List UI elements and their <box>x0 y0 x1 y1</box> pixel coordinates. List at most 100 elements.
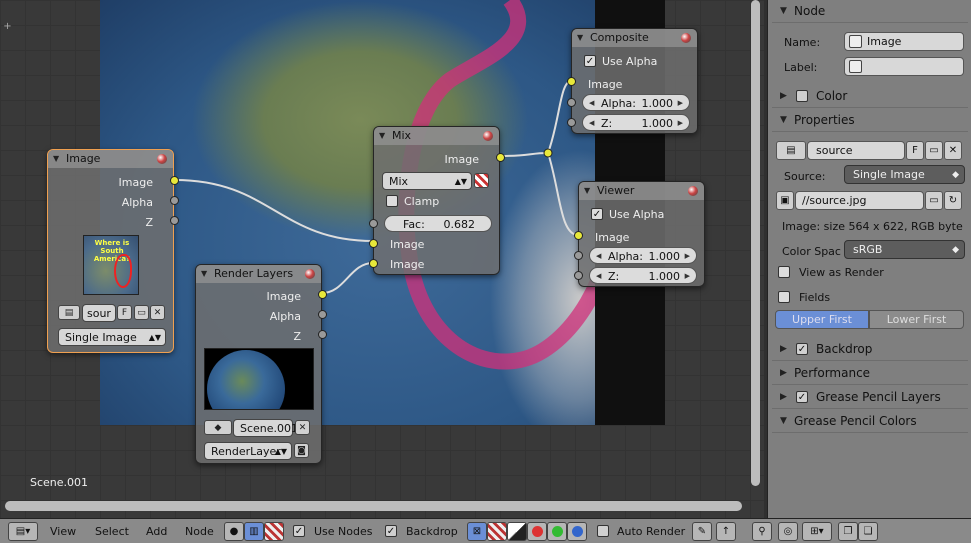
clamp-checkbox[interactable] <box>386 195 398 207</box>
snap-element-icon[interactable]: ◎ <box>778 522 798 541</box>
preview-toggle-icon[interactable] <box>681 33 691 43</box>
fake-user-button[interactable]: F <box>906 141 924 160</box>
image-browse-icon[interactable]: ▤ <box>58 305 80 320</box>
copy-nodes-icon[interactable]: ❐ <box>838 522 858 541</box>
mix-node[interactable]: Mix Image Mix▲▼ Clamp Fac: 0.682 Image I… <box>369 126 505 275</box>
open-folder-icon[interactable]: ▭ <box>925 141 943 160</box>
gp-layers-panel-header[interactable]: ▶ ✓ Grease Pencil Layers <box>772 386 968 409</box>
menu-select[interactable]: Select <box>95 522 129 541</box>
node-label-field[interactable] <box>844 57 964 76</box>
snap-icon[interactable]: ⚲ <box>752 522 772 541</box>
output-z-socket[interactable] <box>318 330 327 339</box>
input-image1-socket[interactable] <box>369 239 378 248</box>
texture-nodes-icon[interactable] <box>264 522 284 541</box>
input-fac-socket[interactable] <box>369 219 378 228</box>
image-node[interactable]: Image Image Alpha Z Where is South Ameri… <box>47 149 179 353</box>
image-browse-icon[interactable]: ▤ <box>776 141 806 160</box>
preview-toggle-icon[interactable] <box>157 154 167 164</box>
unlink-icon[interactable]: ✕ <box>150 305 165 320</box>
output-image-socket[interactable] <box>170 176 179 185</box>
browse-file-icon[interactable]: ▭ <box>925 191 943 210</box>
lower-first-toggle[interactable]: Lower First <box>869 310 964 329</box>
use-alpha-icon[interactable] <box>474 173 489 188</box>
image-datablock-field[interactable]: source <box>807 141 905 160</box>
shader-nodes-icon[interactable]: ● <box>224 522 244 541</box>
backdrop-checkbox[interactable]: ✓ <box>796 343 808 355</box>
vertical-scrollbar[interactable] <box>751 0 760 486</box>
z-field[interactable]: ◀ Z: 1.000 ▶ <box>582 114 690 131</box>
input-image2-socket[interactable] <box>369 259 378 268</box>
node-panel-header[interactable]: ▼ Node <box>772 0 968 23</box>
use-alpha-checkbox[interactable]: ✓ <box>591 208 603 220</box>
composite-node[interactable]: Composite ✓ Use Alpha Image ◀Alpha: 1.00… <box>567 28 698 134</box>
blue-channel-icon[interactable] <box>567 522 587 541</box>
scene-unlink-icon[interactable]: ✕ <box>295 420 310 435</box>
editor-type-icon[interactable]: ▤▾ <box>8 522 38 541</box>
open-folder-icon[interactable]: ▭ <box>134 305 149 320</box>
alpha-field[interactable]: ◀ Alpha: 1.000 ▶ <box>589 247 697 264</box>
node-name-field[interactable]: Image <box>844 32 964 51</box>
preview-toggle-icon[interactable] <box>688 186 698 196</box>
output-alpha-socket[interactable] <box>170 196 179 205</box>
menu-node[interactable]: Node <box>185 522 214 541</box>
color-checkbox[interactable] <box>796 90 808 102</box>
preview-toggle-icon[interactable] <box>483 131 493 141</box>
render-camera-icon[interactable]: ◙ <box>294 443 309 458</box>
color-alpha-icon[interactable]: ⊠ <box>467 522 487 541</box>
backdrop-panel-header[interactable]: ▶ ✓ Backdrop <box>772 338 968 361</box>
paste-nodes-icon[interactable]: ❏ <box>858 522 878 541</box>
input-image-socket[interactable] <box>574 231 583 240</box>
fields-checkbox[interactable] <box>778 291 790 303</box>
alpha-only-icon[interactable] <box>507 522 527 541</box>
menu-add[interactable]: Add <box>146 522 167 541</box>
view-as-render-checkbox[interactable] <box>778 266 790 278</box>
render-layers-node[interactable]: Render Layers Image Alpha Z ◆ Scene.001 … <box>195 264 327 464</box>
z-field[interactable]: ◀ Z: 1.000 ▶ <box>589 267 697 284</box>
compositing-nodes-icon[interactable]: ▥ <box>244 522 264 541</box>
add-area-icon[interactable]: + <box>3 22 12 32</box>
viewer-node[interactable]: Viewer ✓ Use Alpha Image ◀Alpha: 1.000▶ … <box>574 181 705 287</box>
use-nodes-checkbox[interactable]: ✓ <box>293 525 305 537</box>
snap-target-icon[interactable]: ⊞▾ <box>802 522 832 541</box>
reload-icon[interactable]: ↻ <box>944 191 962 210</box>
input-image-socket[interactable] <box>567 77 576 86</box>
source-dropdown[interactable]: Single Image ◆ <box>844 165 965 184</box>
backdrop-checkbox[interactable]: ✓ <box>385 525 397 537</box>
red-channel-icon[interactable] <box>527 522 547 541</box>
render-layer-dropdown[interactable]: RenderLayer ▲▼ <box>204 442 292 460</box>
gp-colors-panel-header[interactable]: ▼ Grease Pencil Colors <box>772 410 968 433</box>
preview-toggle-icon[interactable] <box>305 269 315 279</box>
color-space-dropdown[interactable]: sRGB ◆ <box>844 240 965 259</box>
gp-layers-checkbox[interactable]: ✓ <box>796 391 808 403</box>
input-z-socket[interactable] <box>574 271 583 280</box>
output-image-socket[interactable] <box>318 290 327 299</box>
green-channel-icon[interactable] <box>547 522 567 541</box>
fake-user-button[interactable]: F <box>117 305 132 320</box>
parent-node-tree-icon[interactable]: ↑ <box>716 522 736 541</box>
input-alpha-socket[interactable] <box>574 251 583 260</box>
use-alpha-checkbox[interactable]: ✓ <box>584 55 596 67</box>
alpha-field[interactable]: ◀ Alpha: 1.000 ▶ <box>582 94 690 111</box>
pin-icon[interactable]: ✎ <box>692 522 712 541</box>
fac-slider[interactable]: Fac: 0.682 <box>384 215 492 232</box>
upper-first-toggle[interactable]: Upper First <box>775 310 869 329</box>
color-panel-header[interactable]: ▶ Color <box>772 85 968 108</box>
node-editor-canvas[interactable]: + Image Image Alpha Z Where is South Ame… <box>0 0 764 518</box>
output-image-socket[interactable] <box>496 153 505 162</box>
properties-panel-header[interactable]: ▼ Properties <box>772 109 968 132</box>
alpha-channel-icon[interactable] <box>487 522 507 541</box>
output-z-socket[interactable] <box>170 216 179 225</box>
input-z-socket[interactable] <box>567 118 576 127</box>
image-name-field[interactable]: sour <box>82 304 116 322</box>
horizontal-scrollbar[interactable] <box>5 501 742 511</box>
image-source-dropdown[interactable]: Single Image ▲▼ <box>58 328 166 346</box>
output-alpha-socket[interactable] <box>318 310 327 319</box>
menu-view[interactable]: View <box>50 522 76 541</box>
unlink-icon[interactable]: ✕ <box>944 141 962 160</box>
performance-panel-header[interactable]: ▶ Performance <box>772 362 968 385</box>
input-alpha-socket[interactable] <box>567 98 576 107</box>
blend-mode-dropdown[interactable]: Mix ▲▼ <box>382 172 472 190</box>
scene-browse-icon[interactable]: ◆ <box>204 420 232 435</box>
auto-render-checkbox[interactable] <box>597 525 609 537</box>
filepath-field[interactable]: //source.jpg <box>795 191 924 210</box>
